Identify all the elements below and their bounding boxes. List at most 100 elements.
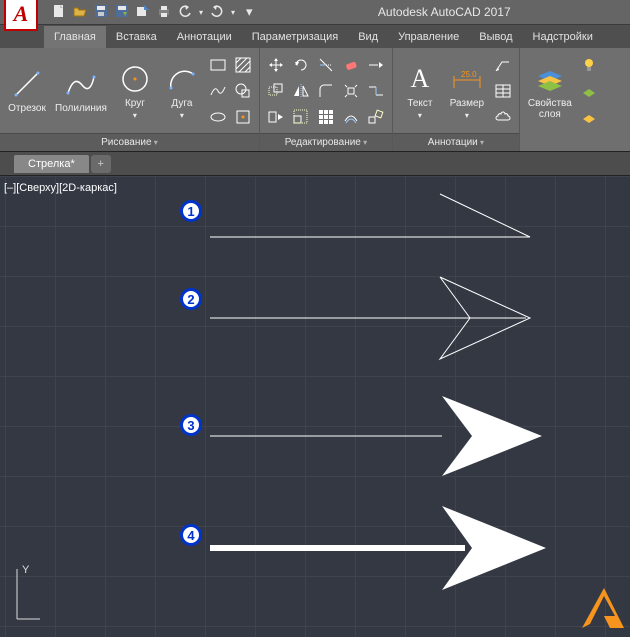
stretch-icon[interactable]	[265, 106, 287, 128]
callout-marker-3: 3	[180, 414, 202, 436]
arc-icon	[165, 62, 199, 96]
mirror-icon[interactable]	[290, 80, 312, 102]
lengthen-icon[interactable]	[365, 54, 387, 76]
undo-icon[interactable]	[176, 2, 194, 23]
line-label: Отрезок	[8, 103, 46, 114]
array-icon[interactable]	[315, 106, 337, 128]
save-icon[interactable]	[92, 2, 110, 23]
tab-home[interactable]: Главная	[44, 26, 106, 48]
tab-view[interactable]: Вид	[348, 26, 388, 48]
circle-button[interactable]: Круг ▾	[113, 60, 157, 122]
tab-annotate[interactable]: Аннотации	[167, 26, 242, 48]
panel-annotation: A Текст ▾ 25.0 Размер ▾ Аннотации	[393, 48, 520, 151]
app-menu-button[interactable]: A	[4, 0, 38, 31]
export-icon[interactable]	[134, 2, 152, 23]
ucs-icon: Y	[12, 564, 42, 627]
chevron-down-icon[interactable]: ▾	[133, 111, 137, 120]
arc-label: Дуга	[171, 98, 192, 109]
saveas-icon[interactable]	[113, 2, 131, 23]
arc-button[interactable]: Дуга ▾	[160, 60, 204, 122]
panel-draw-title[interactable]: Рисование	[0, 133, 259, 151]
layer-properties-icon	[533, 62, 567, 96]
chevron-down-icon[interactable]: ▾	[418, 111, 422, 120]
arrow-sample-3	[210, 386, 550, 486]
callout-marker-2: 2	[180, 288, 202, 310]
arrow-sample-4	[210, 496, 550, 600]
arrow-sample-2	[210, 271, 540, 367]
dimension-label: Размер	[450, 98, 484, 109]
tab-parametric[interactable]: Параметризация	[242, 26, 348, 48]
spline-icon[interactable]	[207, 80, 229, 102]
layer-properties-button[interactable]: Свойства слоя	[525, 60, 575, 122]
polyline-button[interactable]: Полилиния	[52, 65, 110, 116]
title-bar: A ▾ ▾ ▾ Autodesk AutoCAD 2017	[0, 0, 630, 24]
offset-icon[interactable]	[340, 106, 362, 128]
leader-icon[interactable]	[492, 54, 514, 76]
doc-tab-strelka[interactable]: Стрелка*	[14, 155, 89, 173]
layer-properties-label: Свойства слоя	[528, 98, 572, 120]
line-button[interactable]: Отрезок	[5, 65, 49, 116]
panel-layers: Свойства слоя x	[520, 48, 605, 151]
point-icon[interactable]	[232, 106, 254, 128]
copy-icon[interactable]	[265, 80, 287, 102]
chevron-down-icon[interactable]: ▾	[229, 6, 237, 19]
callout-marker-1: 1	[180, 200, 202, 222]
erase-icon[interactable]	[340, 54, 362, 76]
quick-access-toolbar: ▾ ▾ ▾	[50, 2, 255, 23]
tab-addins[interactable]: Надстройки	[523, 26, 603, 48]
dimension-button[interactable]: 25.0 Размер ▾	[445, 60, 489, 122]
align-icon[interactable]	[365, 106, 387, 128]
join-icon[interactable]	[365, 80, 387, 102]
panel-modify: Редактирование	[260, 48, 393, 151]
region-icon[interactable]	[232, 80, 254, 102]
draw-small-col	[207, 54, 229, 128]
autocad-logo: A	[14, 1, 29, 27]
ellipse-icon[interactable]	[207, 106, 229, 128]
add-tab-button[interactable]: +	[91, 155, 111, 173]
table-small-icon[interactable]	[492, 80, 514, 102]
arrow-sample-1	[210, 186, 540, 241]
polyline-icon	[64, 67, 98, 101]
ribbon: Отрезок Полилиния Круг ▾ Дуга ▾	[0, 48, 630, 152]
polyline-label: Полилиния	[55, 103, 107, 114]
explode-icon[interactable]	[340, 80, 362, 102]
tab-manage[interactable]: Управление	[388, 26, 469, 48]
hatch-icon[interactable]	[232, 54, 254, 76]
rotate-icon[interactable]	[290, 54, 312, 76]
redo-icon[interactable]	[208, 2, 226, 23]
callout-marker-4: 4	[180, 524, 202, 546]
cloud-icon[interactable]	[492, 106, 514, 128]
app-title: Autodesk AutoCAD 2017	[378, 5, 511, 19]
circle-label: Круг	[125, 98, 145, 109]
tab-insert[interactable]: Вставка	[106, 26, 167, 48]
new-icon[interactable]	[50, 2, 68, 23]
panel-modify-title[interactable]: Редактирование	[260, 133, 392, 151]
qat-more-icon[interactable]: ▾	[244, 2, 255, 22]
chevron-down-icon[interactable]: ▾	[180, 111, 184, 120]
dimension-icon: 25.0	[450, 62, 484, 96]
line-icon	[10, 67, 44, 101]
move-icon[interactable]	[265, 54, 287, 76]
rectangle-icon[interactable]	[207, 54, 229, 76]
circle-icon	[118, 62, 152, 96]
svg-text:25.0: 25.0	[461, 70, 477, 79]
match-layer-icon[interactable]	[578, 80, 600, 102]
iso-layer-icon[interactable]	[578, 106, 600, 128]
print-icon[interactable]	[155, 2, 173, 23]
ucs-y-label: Y	[22, 564, 29, 576]
panel-annotation-title[interactable]: Аннотации	[393, 133, 519, 151]
drawing-canvas[interactable]: [–][Сверху][2D-каркас] 1 2 3 4 Y	[0, 176, 630, 637]
open-icon[interactable]	[71, 2, 89, 23]
chevron-down-icon[interactable]: ▾	[197, 6, 205, 19]
chevron-down-icon[interactable]: ▾	[465, 111, 469, 120]
scale-icon[interactable]	[290, 106, 312, 128]
viewport-controls[interactable]: [–][Сверху][2D-каркас]	[4, 182, 117, 194]
document-tabs: Стрелка* +	[0, 152, 630, 176]
tab-output[interactable]: Вывод	[469, 26, 522, 48]
bulb-icon[interactable]	[578, 54, 600, 76]
trim-icon[interactable]	[315, 54, 337, 76]
text-button[interactable]: A Текст ▾	[398, 60, 442, 122]
fillet-icon[interactable]	[315, 80, 337, 102]
text-icon: A	[403, 62, 437, 96]
draw-small-col2	[232, 54, 254, 128]
